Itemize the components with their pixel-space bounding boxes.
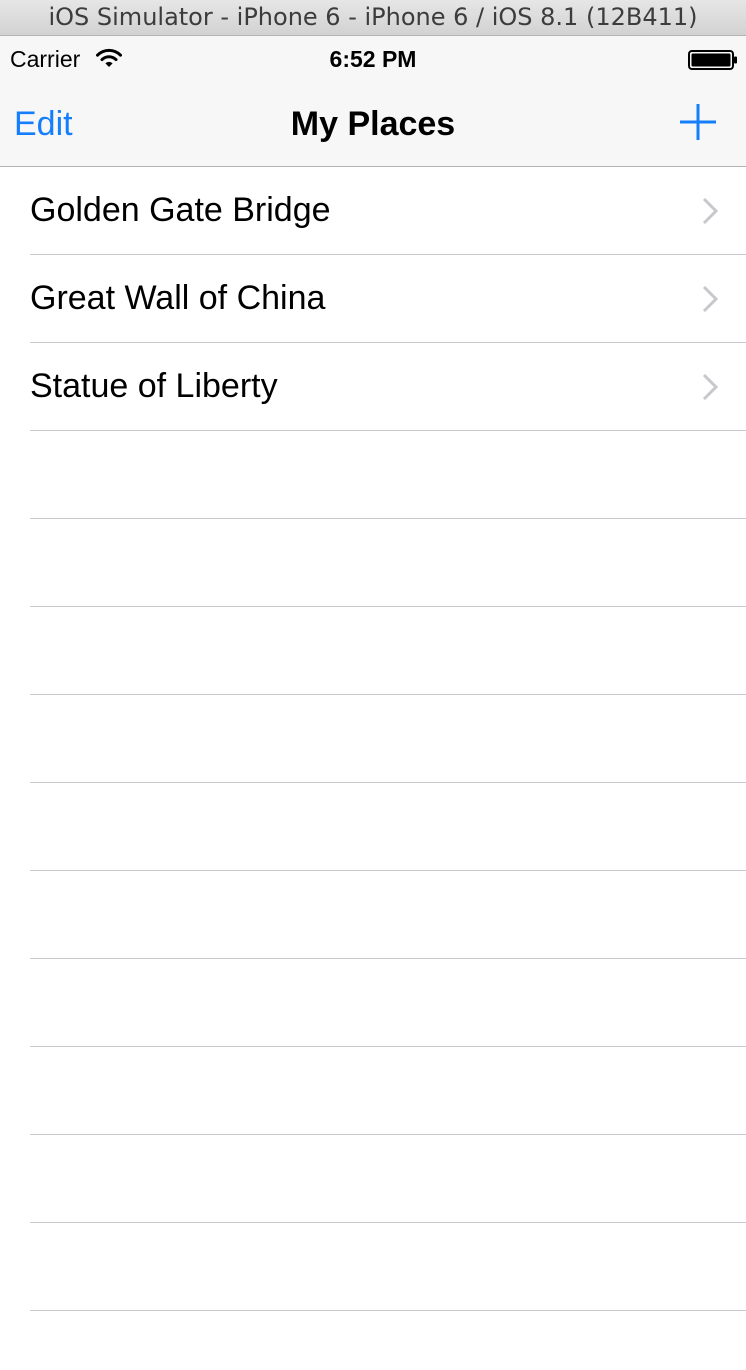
status-bar: Carrier 6:52 PM: [0, 36, 746, 80]
place-row-great-wall-of-china[interactable]: Great Wall of China: [0, 255, 746, 343]
navigation-bar: Edit My Places: [0, 80, 746, 166]
battery-full-icon: [688, 50, 737, 70]
places-table[interactable]: Golden Gate Bridge Great Wall of China S…: [0, 167, 746, 1370]
empty-row: [0, 431, 746, 519]
empty-row: [0, 959, 746, 1047]
empty-row: [0, 607, 746, 695]
ios-top-bar: Carrier 6:52 PM Edit My Places: [0, 36, 746, 167]
window-title: iOS Simulator - iPhone 6 - iPhone 6 / iO…: [48, 3, 698, 31]
plus-icon[interactable]: [676, 100, 720, 144]
simulator-screen: iOS Simulator - iPhone 6 - iPhone 6 / iO…: [0, 0, 746, 1370]
empty-row: [0, 783, 746, 871]
empty-row: [0, 519, 746, 607]
place-name: Statue of Liberty: [30, 367, 278, 405]
empty-row: [0, 1223, 746, 1311]
empty-row: [0, 1047, 746, 1135]
empty-row: [0, 1311, 746, 1370]
place-row-statue-of-liberty[interactable]: Statue of Liberty: [0, 343, 746, 431]
empty-row: [0, 695, 746, 783]
status-time: 6:52 PM: [329, 46, 417, 72]
chevron-right-icon: [702, 197, 718, 225]
place-name: Golden Gate Bridge: [30, 191, 331, 229]
place-row-golden-gate-bridge[interactable]: Golden Gate Bridge: [0, 167, 746, 255]
page-title: My Places: [290, 105, 456, 143]
chevron-right-icon: [702, 285, 718, 313]
empty-row: [0, 871, 746, 959]
chevron-right-icon: [702, 373, 718, 401]
simulator-window-titlebar: iOS Simulator - iPhone 6 - iPhone 6 / iO…: [0, 0, 746, 36]
place-name: Great Wall of China: [30, 279, 326, 317]
empty-row: [0, 1135, 746, 1223]
